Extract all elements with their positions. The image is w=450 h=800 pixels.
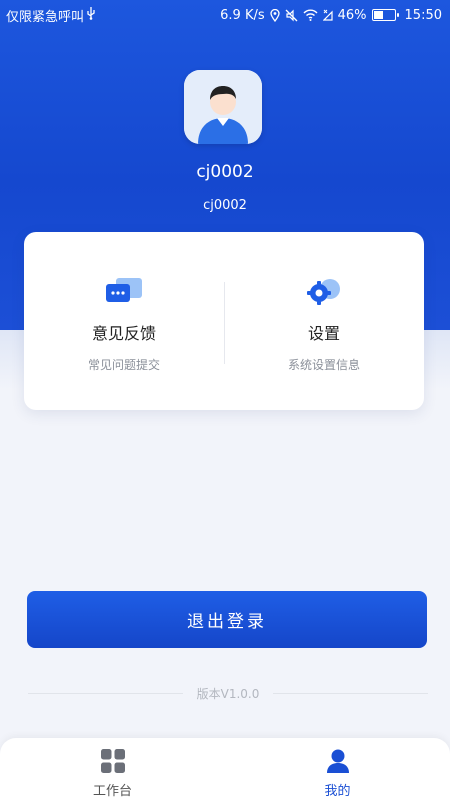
usb-icon [86, 6, 96, 24]
avatar[interactable] [184, 70, 262, 144]
grid-icon [100, 749, 125, 773]
user-icon [326, 749, 349, 773]
profile-id: cj0002 [203, 198, 247, 213]
card-divider [224, 282, 225, 364]
version-divider-right [273, 692, 428, 694]
feedback-title: 意见反馈 [91, 324, 156, 343]
carrier-text: 仅限紧急呼叫 [6, 9, 85, 25]
settings-item[interactable]: 设置 系统设置信息 [224, 232, 424, 410]
network-speed: 6.9 K/s [220, 7, 265, 23]
feedback-subtitle: 常见问题提交 [87, 358, 160, 372]
settings-title: 设置 [307, 324, 340, 343]
version-text: 版本V1.0.0 [196, 686, 260, 701]
profile-name: cj0002 [196, 162, 254, 182]
battery-percent: 46% [337, 7, 367, 23]
battery-icon [371, 9, 399, 21]
feedback-item[interactable]: 意见反馈 常见问题提交 [24, 232, 224, 410]
version-row: 版本V1.0.0 [28, 683, 428, 703]
menu-card: 意见反馈 常见问题提交 设置 系统设置信息 [24, 232, 424, 410]
tab-workbench[interactable]: 工作台 [0, 738, 225, 800]
tab-mine-label: 我的 [324, 784, 351, 799]
signal-icon [322, 9, 333, 21]
tab-mine[interactable]: 我的 [225, 738, 450, 800]
tab-workbench-label: 工作台 [92, 784, 132, 799]
settings-icon [307, 279, 340, 305]
location-icon [269, 8, 280, 22]
status-bar: 仅限紧急呼叫 6.9 K/s 46% 15:50 [0, 0, 450, 30]
bottom-tab-bar: 工作台 我的 [0, 738, 450, 800]
status-right: 6.9 K/s 46% 15:50 [220, 8, 442, 23]
feedback-icon [106, 278, 142, 302]
settings-subtitle: 系统设置信息 [287, 358, 360, 372]
clock: 15:50 [404, 7, 442, 23]
user-avatar-icon [184, 70, 262, 144]
wifi-icon [303, 9, 318, 21]
version-divider-left [28, 692, 183, 694]
mute-icon [285, 9, 298, 22]
status-left: 仅限紧急呼叫 [6, 6, 96, 25]
logout-button[interactable]: 退出登录 [27, 591, 427, 648]
